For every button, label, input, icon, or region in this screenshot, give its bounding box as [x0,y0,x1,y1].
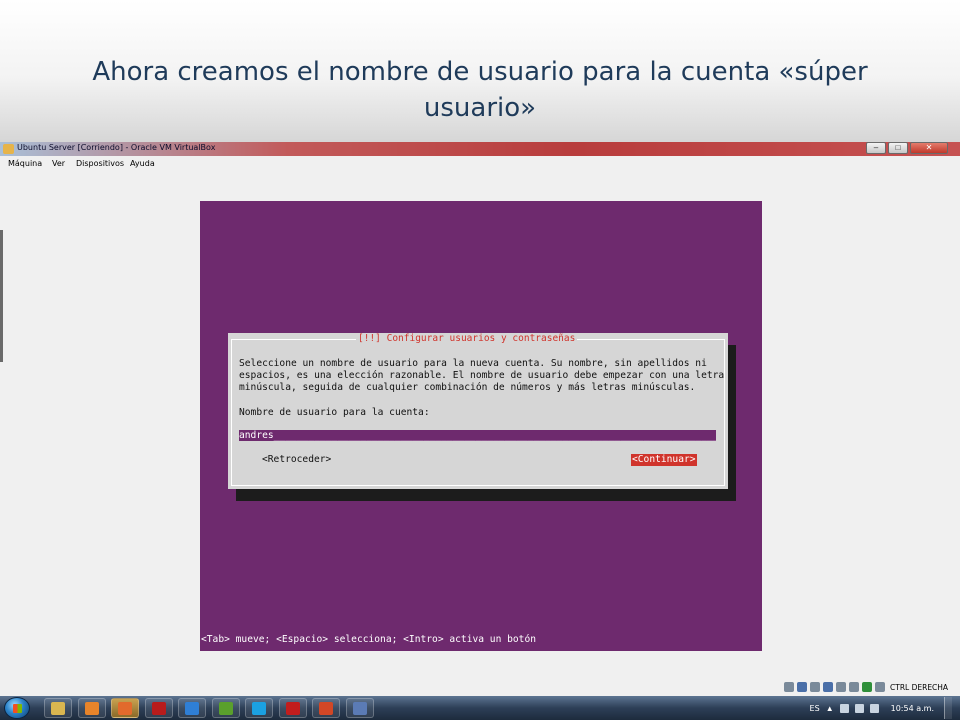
username-input[interactable]: andres__________________________________… [239,430,716,441]
shared-folders-icon[interactable] [823,682,833,692]
hard-disk-icon[interactable] [784,682,794,692]
maximize-button[interactable]: □ [888,142,908,154]
window-titlebar[interactable]: Ubuntu Server [Corriendo] - Oracle VM Vi… [0,142,960,156]
acrobat-icon [285,701,300,715]
slide-title: Ahora creamos el nombre de usuario para … [92,57,868,123]
firefox-icon [118,701,132,715]
system-tray: ES ▲ 10:54 a.m. [810,696,952,720]
skype-icon [252,701,266,715]
powerpoint-icon [319,701,333,715]
slide-header: Ahora creamos el nombre de usuario para … [0,0,960,142]
menu-maquina[interactable]: Máquina [8,159,42,168]
clock[interactable]: 10:54 a.m. [891,704,934,713]
language-indicator[interactable]: ES [810,704,820,713]
host-key-label: CTRL DERECHA [890,682,949,692]
virtualbox-icon [352,701,367,715]
username-field-label: Nombre de usuario para la cuenta: [239,407,430,418]
menu-ver[interactable]: Ver [52,159,65,168]
mouse-integration-icon[interactable] [862,682,872,692]
display-icon[interactable] [849,682,859,692]
taskbar-button-media-player[interactable] [77,698,106,718]
window-controls: – □ ✕ [866,142,948,154]
taskbar-button-powerpoint[interactable] [312,698,340,718]
show-hidden-icons-button[interactable]: ▲ [826,704,834,713]
window-edge [0,230,3,362]
menu-dispositivos[interactable]: Dispositivos [76,159,124,168]
input-fill: ________________________________________… [273,430,716,441]
taskbar-button-virtualbox[interactable] [345,698,374,718]
dreamweaver-icon [218,701,233,715]
back-button[interactable]: <Retroceder> [262,454,331,466]
network-tray-icon[interactable] [854,703,864,713]
dialog-description: Seleccione un nombre de usuario para la … [239,358,725,393]
media-player-icon [84,701,99,715]
installer-dialog: [!!] Configurar usuarios y contraseñas S… [228,333,728,489]
ie-icon [185,701,199,715]
menubar: Máquina Ver Dispositivos Ayuda [0,156,960,174]
virtualbox-icon [3,144,14,154]
window-title: Ubuntu Server [Corriendo] - Oracle VM Vi… [17,143,216,152]
minimize-button[interactable]: – [866,142,886,154]
continue-button[interactable]: <Continuar> [631,454,697,466]
flash-icon [151,701,166,715]
folder-icon [51,701,65,715]
dialog-title: [!!] Configurar usuarios y contraseñas [356,333,578,344]
taskbar-button-skype[interactable] [245,698,273,718]
usb-icon[interactable] [810,682,820,692]
network-icon[interactable] [836,682,846,692]
start-button[interactable] [4,697,30,719]
taskbar-button-dreamweaver[interactable] [211,698,240,718]
taskbar-button-ie[interactable] [178,698,206,718]
keyboard-capture-icon[interactable] [875,682,885,692]
vbox-status-bar: CTRL DERECHA [784,680,948,694]
taskbar-button-folder[interactable] [44,698,72,718]
volume-icon[interactable] [869,703,879,713]
close-button[interactable]: ✕ [910,142,948,154]
windows-taskbar: ES ▲ 10:54 a.m. [0,696,960,720]
taskbar-button-firefox[interactable] [111,698,139,718]
menu-ayuda[interactable]: Ayuda [130,159,155,168]
taskbar-button-acrobat[interactable] [278,698,307,718]
username-value: andres [239,430,274,441]
taskbar-button-flash[interactable] [144,698,173,718]
tray-app-icon[interactable] [839,703,849,713]
show-desktop-button[interactable] [944,697,952,719]
guest-status-line: <Tab> mueve; <Espacio> selecciona; <Intr… [201,634,537,645]
optical-drive-icon[interactable] [797,682,807,692]
